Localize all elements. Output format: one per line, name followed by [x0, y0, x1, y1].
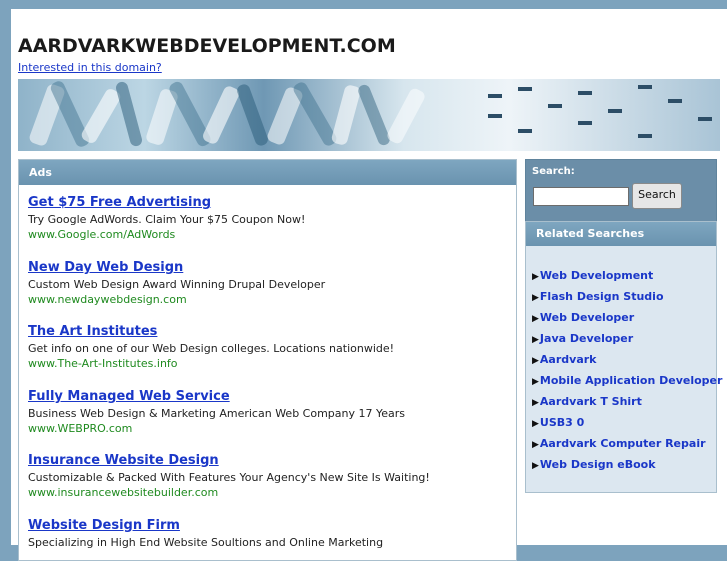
interest-link[interactable]: Interested in this domain?: [18, 61, 162, 74]
ad-description: Try Google AdWords. Claim Your $75 Coupo…: [28, 213, 306, 226]
arrow-right-icon: ▶: [532, 461, 539, 471]
related-search-label: Web Development: [539, 269, 654, 282]
related-search-link[interactable]: ▶Java Developer: [532, 332, 633, 345]
related-search-label: Aardvark T Shirt: [539, 395, 642, 408]
related-search-label: Java Developer: [539, 332, 634, 345]
related-search-label: Aardvark: [539, 353, 597, 366]
ad-item: Fully Managed Web Service Business Web D…: [28, 389, 405, 435]
ad-url-link[interactable]: www.WEBPRO.com: [28, 422, 405, 435]
arrow-right-icon: ▶: [532, 272, 539, 282]
page-container: AARDVARKWEBDEVELOPMENT.COM Interested in…: [11, 9, 727, 561]
related-search-link[interactable]: ▶Web Developer: [532, 311, 634, 324]
related-search-link[interactable]: ▶Aardvark T Shirt: [532, 395, 642, 408]
search-label: Search:: [532, 166, 575, 177]
ad-description: Get info on one of our Web Design colleg…: [28, 342, 395, 355]
ad-title-link[interactable]: Insurance Website Design: [28, 453, 430, 468]
arrow-right-icon: ▶: [532, 398, 539, 408]
ad-title-link[interactable]: New Day Web Design: [28, 260, 325, 275]
related-search-label: Mobile Application Developer: [539, 374, 723, 387]
arrow-right-icon: ▶: [532, 314, 539, 324]
related-search-link[interactable]: ▶USB3 0: [532, 416, 584, 429]
ads-panel: Ads Get $75 Free Advertising Try Google …: [18, 159, 517, 561]
banner-image: [18, 79, 720, 151]
ad-item: Get $75 Free Advertising Try Google AdWo…: [28, 195, 305, 241]
arrow-right-icon: ▶: [532, 293, 539, 303]
ad-title-link[interactable]: The Art Institutes: [28, 324, 394, 339]
related-search-label: Web Design eBook: [539, 458, 656, 471]
ad-description: Specializing in High End Website Soultio…: [28, 536, 384, 549]
arrow-right-icon: ▶: [532, 419, 539, 429]
related-search-label: Web Developer: [539, 311, 635, 324]
ad-description: Customizable & Packed With Features Your…: [28, 471, 430, 484]
ad-description: Business Web Design & Marketing American…: [28, 407, 406, 420]
ad-url-link[interactable]: www.newdaywebdesign.com: [28, 293, 325, 306]
related-heading: Related Searches: [526, 222, 716, 246]
search-input[interactable]: [533, 187, 629, 206]
related-search-link[interactable]: ▶Web Development: [532, 269, 653, 282]
related-search-link[interactable]: ▶Flash Design Studio: [532, 290, 664, 303]
related-search-label: Aardvark Computer Repair: [539, 437, 706, 450]
related-search-link[interactable]: ▶Aardvark Computer Repair: [532, 437, 706, 450]
related-search-link[interactable]: ▶Mobile Application Developer: [532, 374, 722, 387]
arrow-right-icon: ▶: [532, 440, 539, 450]
ad-title-link[interactable]: Fully Managed Web Service: [28, 389, 405, 404]
arrow-right-icon: ▶: [532, 377, 539, 387]
related-search-label: Flash Design Studio: [539, 290, 664, 303]
arrow-right-icon: ▶: [532, 335, 539, 345]
search-button[interactable]: Search: [632, 183, 682, 209]
ad-title-link[interactable]: Website Design Firm: [28, 518, 383, 533]
arrow-right-icon: ▶: [532, 356, 539, 366]
ads-heading: Ads: [19, 160, 516, 185]
domain-title: AARDVARKWEBDEVELOPMENT.COM: [18, 35, 396, 57]
ad-item: Website Design Firm Specializing in High…: [28, 518, 383, 549]
ad-item: Insurance Website Design Customizable & …: [28, 453, 430, 499]
related-searches-panel: Related Searches ▶Web Development ▶Flash…: [525, 221, 722, 493]
ad-item: The Art Institutes Get info on one of ou…: [28, 324, 394, 370]
ad-item: New Day Web Design Custom Web Design Awa…: [28, 260, 325, 306]
ad-title-link[interactable]: Get $75 Free Advertising: [28, 195, 305, 210]
ad-url-link[interactable]: www.insurancewebsitebuilder.com: [28, 486, 430, 499]
related-search-link[interactable]: ▶Aardvark: [532, 353, 597, 366]
ad-description: Custom Web Design Award Winning Drupal D…: [28, 278, 326, 291]
related-search-link[interactable]: ▶Web Design eBook: [532, 458, 656, 471]
related-search-label: USB3 0: [539, 416, 585, 429]
ad-url-link[interactable]: www.Google.com/AdWords: [28, 228, 305, 241]
search-box: Search: Search: [525, 159, 717, 223]
ad-url-link[interactable]: www.The-Art-Institutes.info: [28, 357, 394, 370]
